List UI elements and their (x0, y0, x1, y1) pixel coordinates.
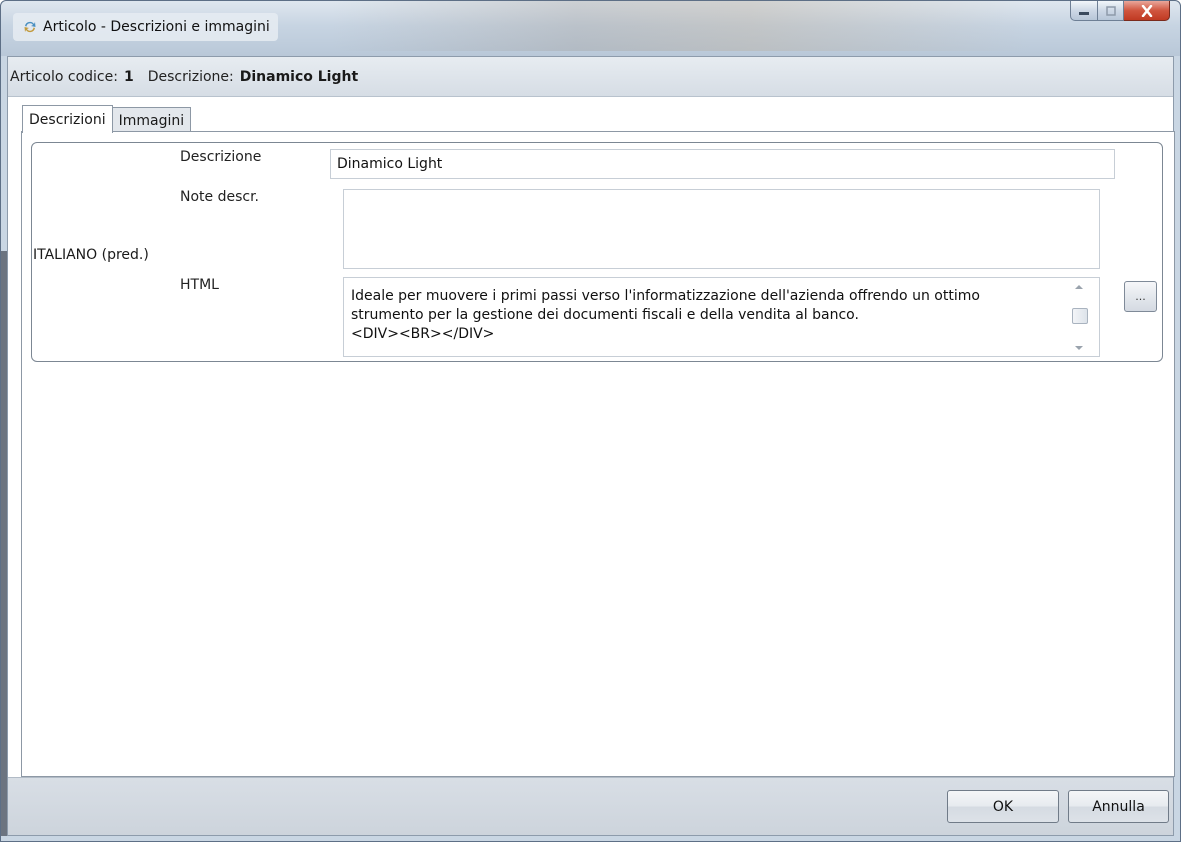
dialog-window: Articolo - Descrizioni e immagini Artico… (0, 0, 1181, 842)
notes-textarea[interactable] (343, 189, 1100, 269)
tab-descrizioni[interactable]: Descrizioni (22, 105, 113, 133)
dialog-footer: OK Annulla (8, 777, 1173, 835)
article-code-value: 1 (123, 68, 134, 85)
tab-strip: Descrizioni Immagini (22, 105, 192, 133)
maximize-icon (1105, 5, 1116, 16)
html-line: Ideale per muovere i primi passi verso l… (351, 288, 980, 304)
html-line: strumento per la gestione dei documenti … (351, 307, 859, 323)
article-info-bar: Articolo codice: 1 Descrizione: Dinamico… (8, 57, 1173, 97)
description-input[interactable]: Dinamico Light (330, 149, 1115, 179)
html-field-label: HTML (180, 277, 219, 293)
language-label: ITALIANO (pred.) (33, 247, 149, 263)
article-description-value: Dinamico Light (239, 68, 359, 85)
maximize-button[interactable] (1098, 1, 1124, 21)
title-bar-glare (331, 1, 1031, 51)
notes-field-label: Note descr. (180, 189, 260, 205)
html-textarea[interactable]: Ideale per muovere i primi passi verso l… (343, 277, 1100, 357)
language-group: ITALIANO (pred.) Descrizione Dinamico Li… (31, 142, 1163, 362)
scroll-up-arrow-icon[interactable] (1075, 285, 1083, 289)
window-controls (1070, 1, 1170, 21)
tab-immagini[interactable]: Immagini (112, 107, 192, 133)
dialog-content: Articolo codice: 1 Descrizione: Dinamico… (7, 56, 1175, 836)
descriptions-tab-page: ITALIANO (pred.) Descrizione Dinamico Li… (21, 131, 1175, 777)
window-title: Articolo - Descrizioni e immagini (43, 19, 270, 35)
minimize-icon (1079, 11, 1089, 15)
html-vertical-scrollbar[interactable] (1071, 282, 1089, 354)
minimize-button[interactable] (1070, 1, 1098, 21)
article-code-label: Articolo codice: (10, 68, 118, 85)
title-bar[interactable]: Articolo - Descrizioni e immagini (1, 1, 1180, 56)
scroll-thumb[interactable] (1072, 308, 1088, 324)
html-line: <DIV><BR></DIV> (351, 326, 495, 342)
html-edit-button[interactable]: ... (1124, 281, 1157, 312)
refresh-arrows-icon (24, 21, 36, 33)
close-icon (1141, 4, 1152, 17)
title-area: Articolo - Descrizioni e immagini (13, 13, 278, 41)
article-description-label: Descrizione: (147, 68, 234, 85)
scroll-down-arrow-icon[interactable] (1075, 346, 1083, 350)
ok-button[interactable]: OK (947, 790, 1059, 823)
description-field-label: Descrizione (180, 149, 262, 165)
close-button[interactable] (1124, 1, 1170, 21)
cancel-button[interactable]: Annulla (1068, 790, 1169, 823)
